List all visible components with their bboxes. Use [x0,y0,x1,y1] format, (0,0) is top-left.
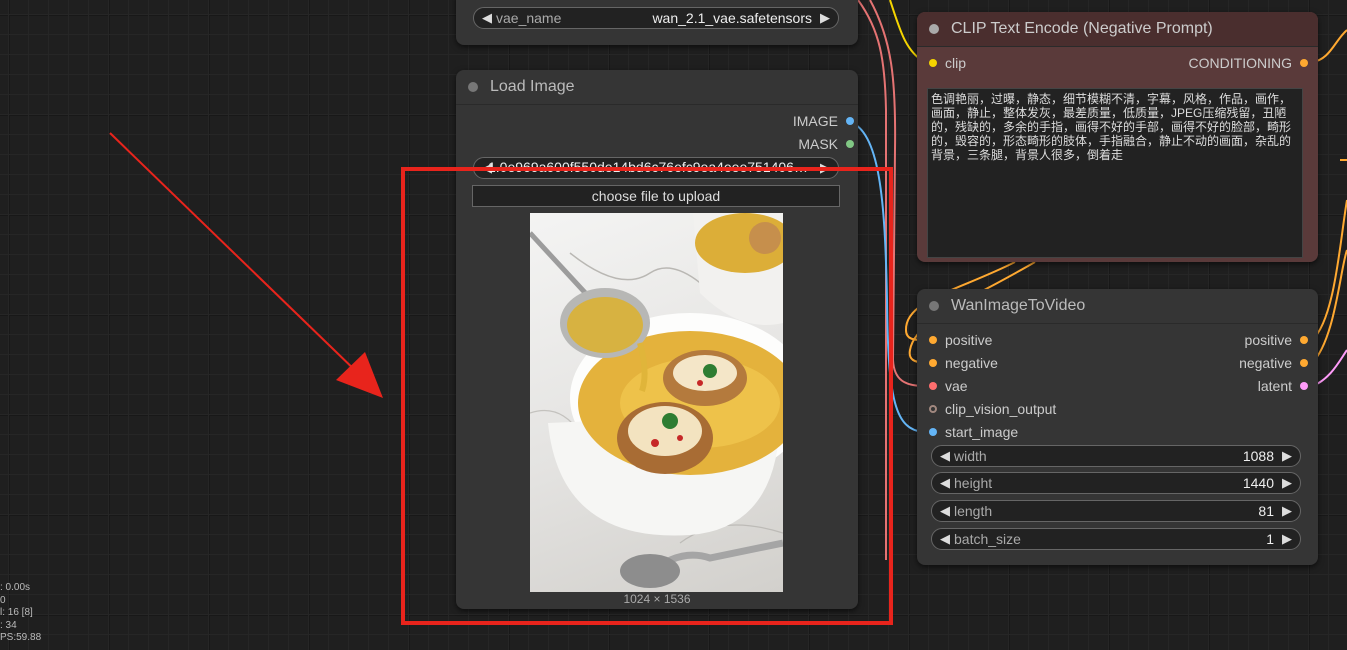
clip-slot-dot-icon[interactable] [929,59,937,67]
widget-label: length [954,503,993,519]
conditioning-slot-dot-icon[interactable] [929,359,937,367]
output-conditioning[interactable]: CONDITIONING [1189,54,1312,72]
input-start-image[interactable]: start_image [923,423,1018,441]
decrement-arrow-icon[interactable]: ◀ [940,475,950,491]
widget-label: width [954,448,987,464]
widget-value: 81 [1258,503,1274,519]
widget-value: 1440 [1242,475,1274,491]
decrement-arrow-icon[interactable]: ◀ [940,448,950,464]
widget-label: batch_size [954,531,1021,547]
slot-label: negative [945,355,998,371]
slot-label: positive [1244,332,1292,348]
conditioning-slot-dot-icon[interactable] [1300,59,1308,67]
collapse-dot-icon[interactable] [929,301,939,311]
stats-line: PS:59.88 [0,632,42,643]
increment-arrow-icon[interactable]: ▶ [1282,531,1292,547]
slot-label: clip [945,55,967,71]
input-negative[interactable]: negative [923,354,998,372]
increment-arrow-icon[interactable]: ▶ [1282,503,1292,519]
increment-arrow-icon[interactable]: ▶ [1282,448,1292,464]
input-vae[interactable]: vae [923,377,968,395]
clip-text-encode-node[interactable]: CLIP Text Encode (Negative Prompt) clip … [917,12,1318,262]
stats-line: 0 [0,594,6,606]
slot-label: start_image [945,424,1019,440]
output-positive[interactable]: positive [1245,331,1312,349]
slot-label: latent [1257,378,1292,394]
decrement-arrow-icon[interactable]: ◀ [940,503,950,519]
output-latent[interactable]: latent [1258,377,1312,395]
widget-value: 1 [1266,531,1274,547]
prompt-textarea[interactable]: 色调艳丽，过曝，静态，细节模糊不清，字幕，风格，作品，画作，画面，静止，整体发灰… [927,88,1303,258]
stats-line: : 34 [0,619,17,631]
widget-value: 1088 [1242,448,1274,464]
input-clip[interactable]: clip [923,54,966,72]
slot-label: clip_vision_output [945,401,1057,417]
slot-label: negative [1239,355,1292,371]
output-negative[interactable]: negative [1239,354,1312,372]
conditioning-slot-dot-icon[interactable] [929,336,937,344]
input-positive[interactable]: positive [923,331,992,349]
node-title: CLIP Text Encode (Negative Prompt) [951,20,1213,37]
latent-slot-dot-icon[interactable] [1300,382,1308,390]
width-widget[interactable]: ◀ width 1088 ▶ [931,445,1301,467]
node-title-bar[interactable]: CLIP Text Encode (Negative Prompt) [917,12,1318,47]
stats-line: : 0.00s [0,582,31,593]
node-title-bar[interactable]: WanImageToVideo [917,289,1318,324]
node-title: WanImageToVideo [951,297,1086,314]
increment-arrow-icon[interactable]: ▶ [1282,475,1292,491]
widget-label: height [954,475,993,491]
render-stats: : 0.00s 0 l: 16 [8] : 34 PS:59.88 [0,582,41,645]
wan-image-to-video-node[interactable]: WanImageToVideo positive negative vae cl… [917,289,1318,565]
stats-line: l: 16 [8] [0,607,33,618]
decrement-arrow-icon[interactable]: ◀ [940,531,950,547]
conditioning-slot-dot-icon[interactable] [1300,336,1308,344]
length-widget[interactable]: ◀ length 81 ▶ [931,500,1301,522]
collapse-dot-icon[interactable] [929,24,939,34]
batch-size-widget[interactable]: ◀ batch_size 1 ▶ [931,528,1301,550]
input-clip-vision-output[interactable]: clip_vision_output [923,400,1056,418]
vae-slot-dot-icon[interactable] [929,382,937,390]
conditioning-slot-dot-icon[interactable] [1300,359,1308,367]
slot-label: CONDITIONING [1188,55,1292,71]
height-widget[interactable]: ◀ height 1440 ▶ [931,472,1301,494]
clip-vision-slot-dot-icon[interactable] [929,405,937,413]
image-slot-dot-icon[interactable] [929,428,937,436]
slot-label: vae [945,378,968,394]
slot-label: positive [945,332,993,348]
